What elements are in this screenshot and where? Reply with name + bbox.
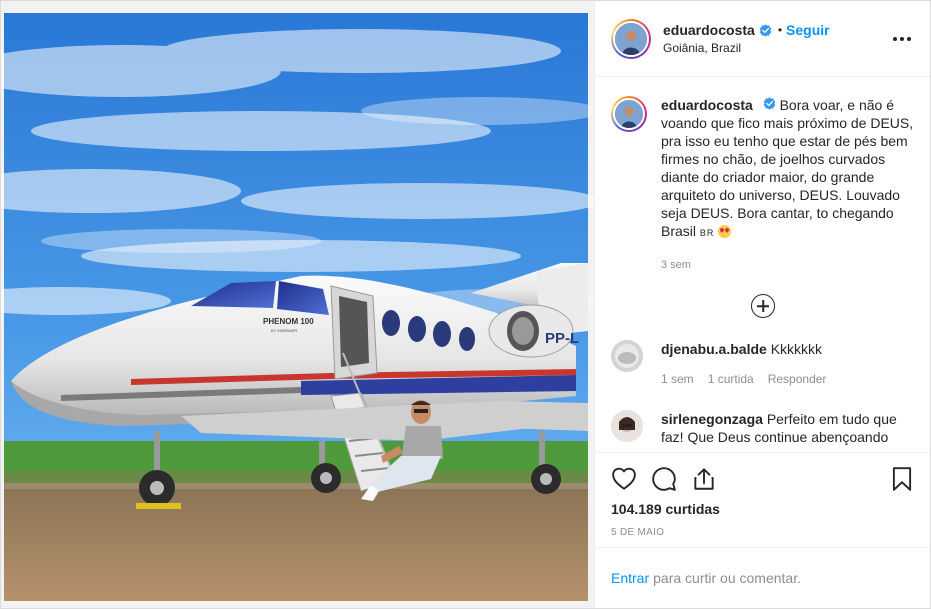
comment-avatar[interactable] (611, 340, 643, 372)
login-link[interactable]: Entrar (611, 570, 649, 586)
comment-meta: 1 sem 1 curtida Responder (661, 370, 915, 388)
caption-avatar[interactable] (613, 98, 645, 130)
more-dots-glyph (893, 36, 911, 41)
caption: eduardocosta Bora voar, e não é voando q… (611, 96, 915, 274)
login-prompt-text: para curtir ou comentar. (653, 570, 801, 586)
comment-item: sirlenegonzaga Perfeito em tudo que faz!… (611, 410, 915, 446)
caption-text: Bora voar, e não é voando que fico mais … (661, 97, 914, 239)
bookmark-icon[interactable] (889, 466, 915, 492)
instagram-post: PHENOM 100 BY EMBRAER PP-L eduardocosta … (0, 0, 931, 609)
load-more-comments (611, 294, 915, 318)
comment-body: sirlenegonzaga Perfeito em tudo que faz!… (661, 410, 915, 446)
post-actions-section: 104.189 curtidas 5 DE MAIO (595, 452, 931, 538)
separator-dot: • (777, 23, 783, 37)
post-location[interactable]: Goiânia, Brazil (663, 41, 890, 55)
comment-time[interactable]: 1 sem (661, 370, 694, 388)
aircraft-maker-text: BY EMBRAER (271, 328, 297, 333)
comment-username[interactable]: sirlenegonzaga (661, 411, 763, 427)
comment-text: Kkkkkkk (770, 341, 823, 357)
heart-icon[interactable] (611, 466, 637, 492)
header-username[interactable]: eduardocosta (663, 22, 755, 38)
post-header: eduardocosta • Seguir Goiânia, Brazil (595, 1, 930, 77)
share-icon[interactable] (691, 466, 717, 492)
more-options-icon[interactable] (890, 27, 914, 51)
comments-section[interactable]: eduardocosta Bora voar, e não é voando q… (595, 78, 931, 451)
heart-eyes-emoji-icon (718, 225, 732, 238)
post-side-panel: eduardocosta • Seguir Goiânia, Brazil ed… (594, 1, 931, 608)
brazil-flag-icon: BR (699, 228, 715, 238)
comment-item: djenabu.a.balde Kkkkkkk 1 sem 1 curtida … (611, 340, 915, 388)
avatar[interactable] (613, 20, 649, 57)
aircraft-model-text: PHENOM 100 (263, 317, 314, 326)
aircraft-registration-text: PP-L (545, 330, 579, 347)
verified-badge-icon (759, 23, 772, 37)
jet-photo-illustration: PHENOM 100 BY EMBRAER PP-L (1, 1, 594, 608)
comment-avatar-image (611, 340, 643, 372)
login-prompt: Entrar para curtir ou comentar. (595, 547, 931, 608)
comment-likes[interactable]: 1 curtida (708, 370, 754, 388)
likes-count[interactable]: 104.189 curtidas (611, 501, 915, 517)
avatar-image (615, 22, 647, 55)
plus-circle-icon[interactable] (751, 294, 775, 318)
comment-avatar[interactable] (611, 410, 643, 442)
comment-icon[interactable] (651, 466, 677, 492)
caption-verified-badge-icon (763, 97, 776, 110)
caption-username[interactable]: eduardocosta (661, 97, 753, 113)
action-bar (611, 453, 915, 505)
comment-avatar-image (611, 410, 643, 442)
caption-body: eduardocosta Bora voar, e não é voando q… (661, 96, 915, 274)
caption-story-ring[interactable] (611, 96, 647, 132)
follow-button[interactable]: Seguir (786, 22, 830, 38)
caption-time[interactable]: 3 sem (661, 256, 915, 274)
post-date[interactable]: 5 DE MAIO (611, 527, 915, 538)
post-photo[interactable]: PHENOM 100 BY EMBRAER PP-L (1, 1, 594, 608)
header-text: eduardocosta • Seguir Goiânia, Brazil (663, 22, 890, 55)
story-ring[interactable] (611, 18, 651, 59)
caption-avatar-image (615, 100, 643, 128)
comment-body: djenabu.a.balde Kkkkkkk 1 sem 1 curtida … (661, 340, 915, 388)
comment-username[interactable]: djenabu.a.balde (661, 341, 767, 357)
comment-reply-button[interactable]: Responder (768, 370, 827, 388)
